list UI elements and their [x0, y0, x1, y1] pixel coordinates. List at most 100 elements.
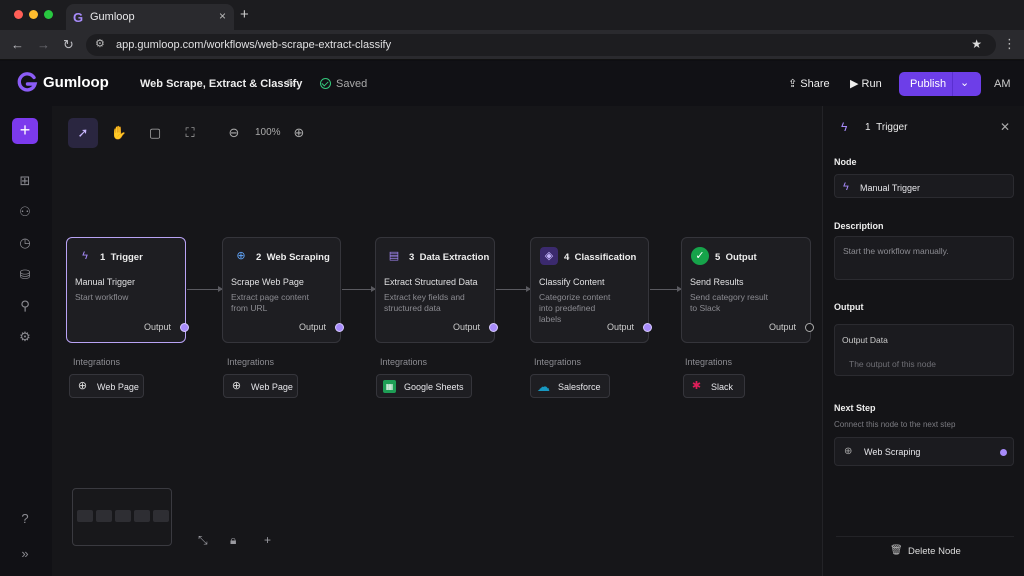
description-textarea[interactable]: Start the workflow manually. [834, 236, 1014, 280]
publish-button[interactable]: Publish ⌄ [899, 72, 981, 96]
integration-name: Google Sheets [404, 382, 464, 392]
node-title-text: Classification [574, 252, 637, 263]
saved-check-icon [320, 78, 331, 89]
node-description: Start workflow [75, 292, 129, 302]
sidebar-history-icon[interactable]: ◷ [16, 234, 34, 252]
output-port[interactable] [335, 323, 344, 332]
node-number: 2 [256, 252, 262, 263]
next-step-item[interactable]: ⊕ Web Scraping [834, 437, 1014, 466]
globe-icon: ⊕ [231, 380, 242, 392]
minimize-window-dot[interactable] [29, 10, 38, 19]
url-field[interactable]: ⚙ app.gumloop.com/workflows/web-scrape-e… [86, 34, 996, 56]
run-button[interactable]: ▶ Run [850, 77, 882, 90]
reload-button[interactable]: ↻ [63, 37, 74, 53]
rectangle-tool[interactable]: ▢ [140, 118, 170, 148]
output-port[interactable] [489, 323, 498, 332]
zoom-out-icon[interactable]: ⊖ [219, 118, 249, 148]
save-status: Saved [336, 78, 368, 90]
share-button[interactable]: ⇪ Share [788, 77, 830, 90]
node-number: 1 [100, 252, 106, 263]
sidebar-integrations-icon[interactable]: ⚲ [16, 297, 34, 315]
site-settings-icon[interactable]: ⚙ [95, 37, 105, 50]
output-data-box: Output Data The output of this node [834, 324, 1014, 376]
new-tab-button[interactable]: + [240, 6, 249, 23]
sidebar-database-icon[interactable]: ⛁ [16, 266, 34, 284]
node-title-text: Trigger [110, 252, 143, 263]
workflow-node-web-scraping[interactable]: ⊕ 2 Web Scraping Scrape Web Page Extract… [222, 237, 344, 343]
app-header: Gumloop Web Scrape, Extract & Classify ✎… [0, 61, 1024, 106]
output-label: Output [834, 302, 864, 312]
expand-sidebar-icon[interactable]: » [16, 545, 34, 563]
lightning-icon: ϟ [843, 181, 849, 193]
node-number: 3 [409, 252, 415, 263]
left-sidebar: + ⊞ ⚇ ◷ ⛁ ⚲ ⚙ ? » [0, 106, 52, 576]
output-port[interactable] [805, 323, 814, 332]
browser-tab[interactable]: G Gumloop × [66, 4, 234, 30]
forward-button[interactable]: → [37, 37, 50, 52]
workflow-node-output[interactable]: ✓ 5 Output Send Results Send category re… [681, 237, 814, 343]
select-pointer-tool[interactable]: ➚ [68, 118, 98, 148]
node-select-value: Manual Trigger [860, 183, 921, 193]
node-select[interactable]: ϟ Manual Trigger [834, 174, 1014, 198]
integration-name: Web Page [251, 382, 293, 392]
browser-menu-icon[interactable]: ⋮ [1003, 36, 1016, 52]
integration-chip-web-page[interactable]: ⊕ Web Page [223, 374, 298, 398]
google-sheets-icon: ▦ [383, 380, 396, 393]
sidebar-settings-gear-icon[interactable]: ⚙ [16, 328, 34, 346]
integration-chip-slack[interactable]: ✱ Slack [683, 374, 745, 398]
add-node-button[interactable]: + [12, 118, 38, 144]
workflow-node-classification[interactable]: ◈ 4 Classification Classify Content Cate… [530, 237, 652, 343]
node-output-label: Output [606, 322, 634, 332]
node-description: Extract page content from URL [231, 292, 309, 313]
output-port[interactable] [643, 323, 652, 332]
delete-node-button[interactable]: 🗑︎ Delete Node [836, 536, 1014, 563]
node-properties-panel: ϟ 1 Trigger ✕ Node ϟ Manual Trigger Desc… [822, 106, 1024, 576]
tab-close-icon[interactable]: × [219, 9, 226, 23]
gumloop-logo-icon [17, 72, 38, 92]
sidebar-flow-icon[interactable]: ⚇ [16, 203, 34, 221]
fit-screen-icon[interactable]: ⤡ [198, 533, 208, 548]
back-button[interactable]: ← [11, 37, 24, 52]
share-label: Share [800, 78, 830, 90]
next-step-name: Web Scraping [864, 447, 921, 457]
user-avatar[interactable]: AM [994, 78, 1011, 90]
publish-options-chevron-down-icon[interactable]: ⌄ [960, 76, 969, 89]
minimap[interactable] [72, 488, 172, 546]
node-subtitle: Scrape Web Page [231, 277, 304, 287]
node-output-label: Output [298, 322, 326, 332]
integration-name: Web Page [97, 382, 139, 392]
minimap-node [134, 510, 150, 522]
pan-hand-tool[interactable]: ✋ [104, 118, 134, 148]
bookmark-star-icon[interactable]: ★ [971, 37, 982, 51]
workflow-canvas[interactable]: ➚ ✋ ▢ ⛶ ⊖ 100% ⊕ ϟ 1 Trigger Manual Trig… [52, 106, 822, 576]
panel-node-number: 1 [865, 122, 871, 133]
panel-node-title: Trigger [876, 122, 908, 133]
workflow-node-trigger[interactable]: ϟ 1 Trigger Manual Trigger Start workflo… [66, 237, 189, 343]
workflow-name[interactable]: Web Scrape, Extract & Classify [140, 78, 302, 90]
fit-view-tool[interactable]: ⛶ [175, 118, 205, 148]
sidebar-grid-icon[interactable]: ⊞ [16, 172, 34, 190]
node-title-text: Output [725, 252, 757, 263]
gumloop-favicon-icon: G [73, 10, 84, 25]
add-icon[interactable]: + [264, 533, 271, 547]
lock-icon[interactable]: 🔒︎ [230, 533, 236, 548]
output-port[interactable] [180, 323, 189, 332]
integration-chip-google-sheets[interactable]: ▦ Google Sheets [376, 374, 472, 398]
maximize-window-dot[interactable] [44, 10, 53, 19]
help-icon[interactable]: ? [16, 510, 34, 528]
integration-chip-salesforce[interactable]: ☁ Salesforce [530, 374, 610, 398]
description-label: Description [834, 221, 884, 231]
close-panel-icon[interactable]: ✕ [1000, 120, 1010, 134]
workflow-node-data-extraction[interactable]: ▤ 3 Data Extraction Extract Structured D… [375, 237, 498, 343]
run-label: Run [861, 78, 882, 90]
zoom-level: 100% [255, 127, 281, 138]
lightning-icon: ϟ [82, 250, 88, 262]
globe-icon: ⊕ [844, 446, 853, 457]
zoom-in-icon[interactable]: ⊕ [284, 118, 314, 148]
tab-title: Gumloop [90, 11, 135, 23]
panel-title: 1 Trigger [865, 122, 907, 133]
integration-chip-web-page[interactable]: ⊕ Web Page [69, 374, 144, 398]
close-window-dot[interactable] [14, 10, 23, 19]
edit-name-pencil-icon[interactable]: ✎ [286, 77, 295, 90]
integrations-label: Integrations [685, 357, 733, 367]
